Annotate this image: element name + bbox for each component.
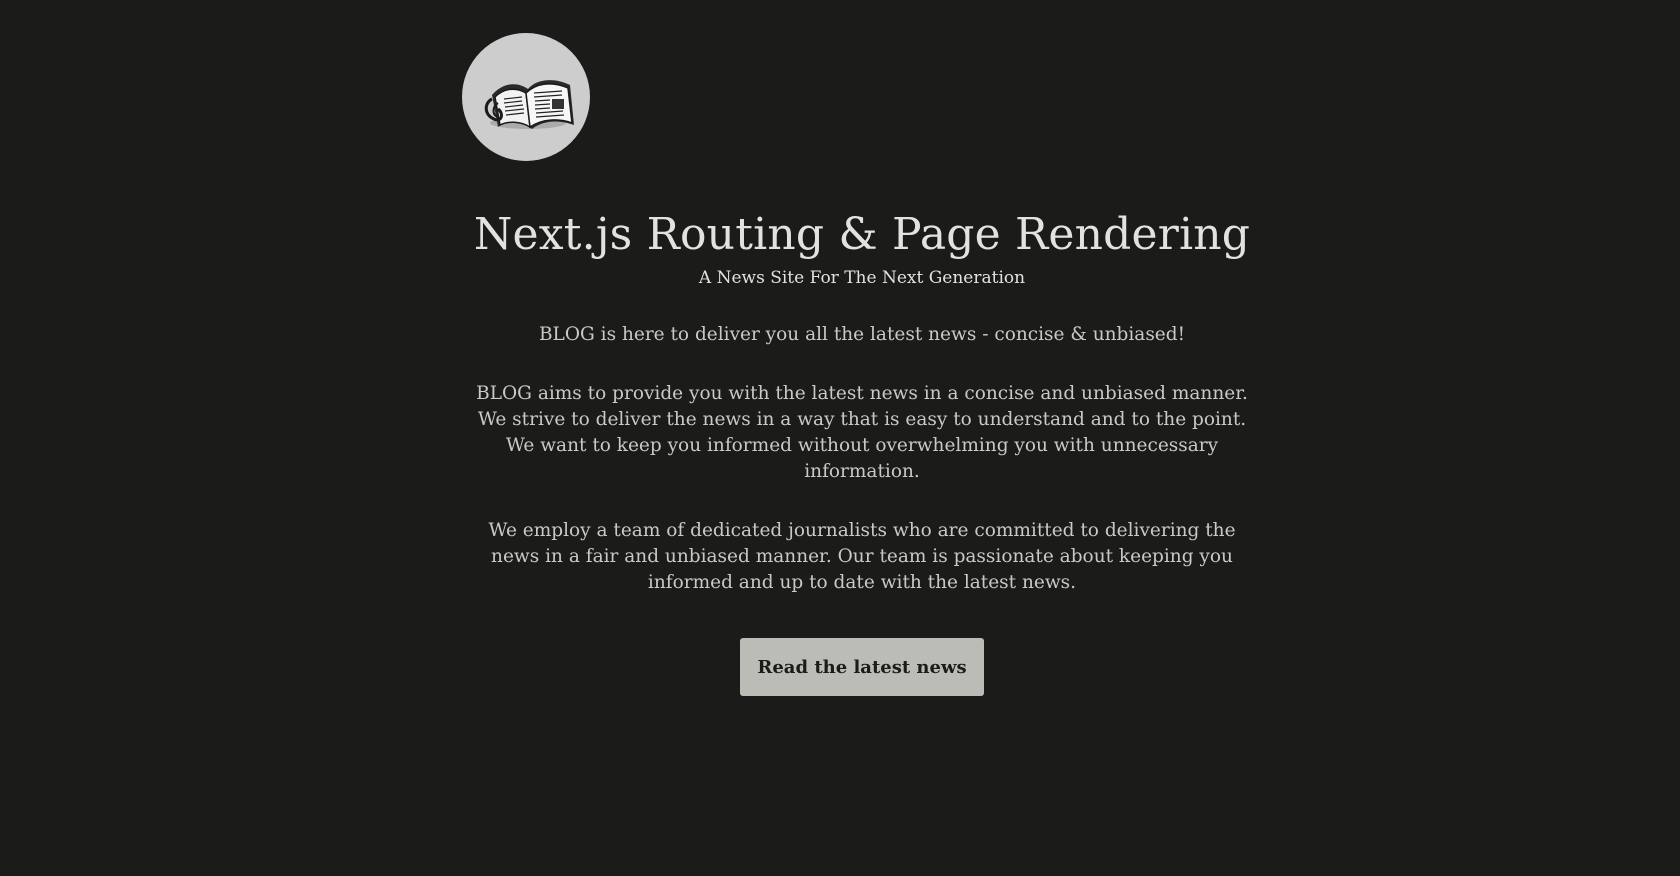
site-logo[interactable]: [462, 33, 590, 161]
newspaper-icon: [484, 80, 574, 129]
about-paragraph-2: We employ a team of dedicated journalist…: [488, 520, 1236, 593]
read-latest-news-button[interactable]: Read the latest news: [740, 638, 984, 696]
page: Next.js Routing & Page Rendering A News …: [0, 0, 1680, 876]
intro-section: Next.js Routing & Page Rendering A News …: [462, 208, 1262, 596]
page-subtitle: A News Site For The Next Generation: [698, 268, 1026, 288]
tagline: BLOG is here to deliver you all the late…: [538, 324, 1186, 345]
page-title: Next.js Routing & Page Rendering: [473, 209, 1251, 260]
about-paragraph-1: BLOG aims to provide you with the latest…: [476, 383, 1248, 482]
